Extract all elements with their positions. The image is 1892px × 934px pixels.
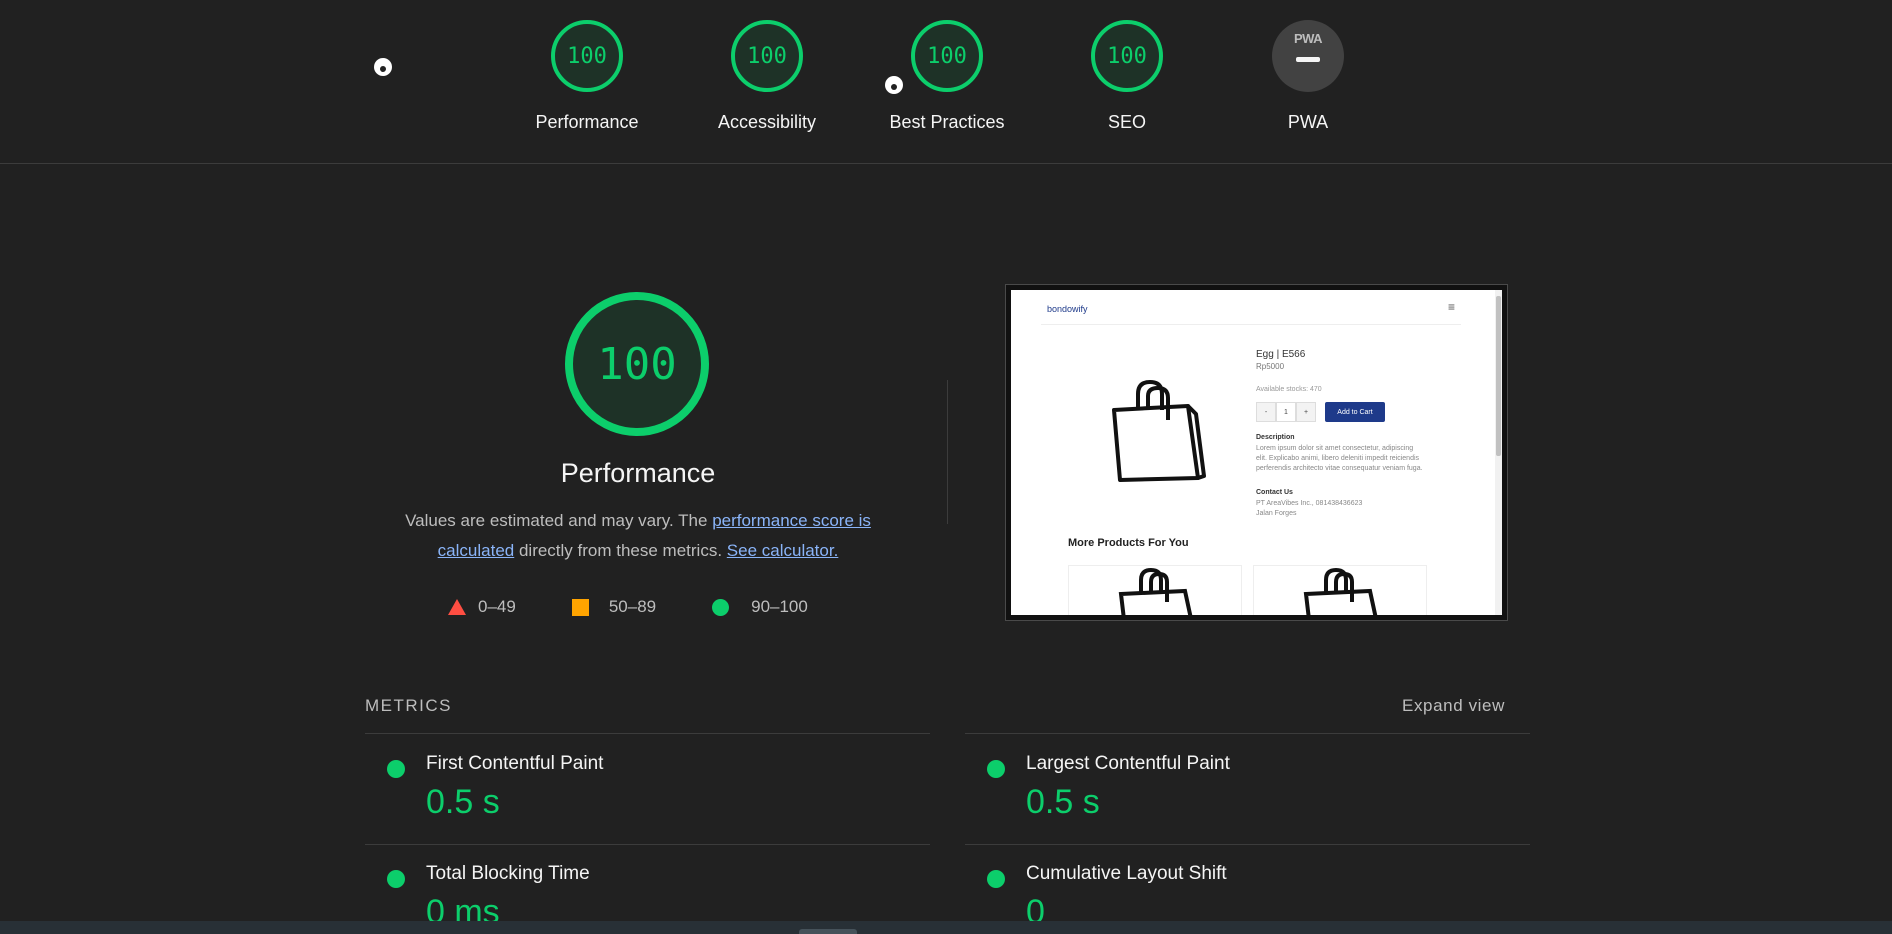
final-screenshot[interactable]: bondowify ≡ Egg | E566 Rp5000 Available … (1005, 284, 1508, 621)
gauge-score: 100 (1091, 20, 1163, 92)
pwa-badge-icon: PWA (1272, 20, 1344, 92)
expand-view-toggle[interactable]: Expand view (1402, 696, 1505, 716)
gauge-label: PWA (1287, 112, 1329, 132)
preview-product-title: Egg | E566 (1256, 349, 1306, 360)
metric-value: 0.5 s (426, 783, 500, 821)
metric-name: Cumulative Layout Shift (1026, 863, 1227, 884)
gauge-best-practices[interactable]: 100 Best Practices (857, 20, 1037, 133)
preview-qty-value: 1 (1276, 402, 1296, 422)
page-preview: bondowify ≡ Egg | E566 Rp5000 Available … (1011, 290, 1502, 615)
category-gauges-bar: 100 Performance 100 Accessibility 100 Be… (0, 0, 1892, 164)
cursor-icon (885, 76, 903, 94)
gauge-label: Performance (535, 112, 639, 132)
gauge-score: 100 (551, 20, 623, 92)
bottom-tab-handle[interactable] (799, 929, 857, 934)
gauge-performance[interactable]: 100 Performance (497, 20, 677, 133)
preview-divider (1041, 324, 1461, 325)
pass-circle-icon (387, 760, 405, 778)
legend-label: 90–100 (751, 597, 808, 616)
see-calculator-link[interactable]: See calculator. (727, 541, 839, 560)
metric-name: Total Blocking Time (426, 863, 590, 884)
preview-scroll-thumb (1496, 296, 1501, 456)
metrics-divider (365, 844, 930, 845)
legend-average: 50–89 (571, 597, 657, 617)
preview-qty-minus: - (1256, 402, 1276, 422)
cursor-icon (374, 58, 392, 76)
preview-brand: bondowify (1047, 304, 1088, 314)
preview-scrollbar (1495, 290, 1502, 615)
metrics-divider (965, 844, 1530, 845)
preview-more-products: More Products For You (1068, 537, 1189, 549)
gauge-pwa[interactable]: PWA PWA (1218, 20, 1398, 133)
gauge-accessibility[interactable]: 100 Accessibility (677, 20, 857, 133)
preview-desc-heading: Description (1256, 434, 1295, 441)
preview-add-to-cart: Add to Cart (1325, 402, 1385, 422)
preview-contact-line: PT AreaVibes Inc., 081438436623 (1256, 500, 1363, 507)
gauge-seo[interactable]: 100 SEO (1037, 20, 1217, 133)
gauge-score: 100 (731, 20, 803, 92)
shopping-bag-icon (1303, 568, 1378, 615)
vertical-divider (947, 380, 948, 524)
preview-price: Rp5000 (1256, 362, 1285, 371)
legend-label: 50–89 (608, 597, 657, 616)
gauge-score: 100 (911, 20, 983, 92)
metric-name: Largest Contentful Paint (1026, 753, 1230, 774)
circle-icon (712, 598, 730, 616)
metric-value: 0 (1026, 893, 1045, 921)
metric-value: 0.5 s (1026, 783, 1100, 821)
performance-score-gauge: 100 (565, 292, 709, 436)
pass-circle-icon (387, 870, 405, 888)
preview-contact-heading: Contact Us (1256, 489, 1293, 496)
preview-qty-plus: + (1296, 402, 1316, 422)
preview-desc-text: Lorem ipsum dolor sit amet consectetur, … (1256, 445, 1423, 472)
metric-value: 0 ms (426, 893, 500, 921)
preview-stock: Available stocks: 470 (1256, 386, 1322, 393)
pass-circle-icon (987, 870, 1005, 888)
gauge-label: Accessibility (717, 112, 817, 132)
legend-fail: 0–49 (448, 597, 516, 617)
preview-quantity-stepper: - 1 + (1256, 402, 1316, 422)
metrics-divider (965, 733, 1530, 734)
performance-title: Performance (560, 458, 716, 488)
metrics-heading: METRICS (365, 696, 452, 715)
gauge-label: Best Practices (889, 112, 1005, 132)
bottom-toolbar (0, 921, 1892, 934)
performance-description: Values are estimated and may vary. The p… (378, 506, 898, 566)
shopping-bag-icon (1118, 568, 1193, 615)
shopping-bag-icon (1112, 380, 1206, 482)
preview-contact-line: Jalan Forges (1256, 510, 1297, 517)
preview-product-card (1068, 565, 1242, 615)
pass-circle-icon (987, 760, 1005, 778)
legend-label: 0–49 (478, 597, 516, 616)
score-scale-legend: 0–49 50–89 90–100 (448, 594, 808, 620)
square-icon (571, 598, 589, 616)
metric-name: First Contentful Paint (426, 753, 604, 774)
description-text: Values are estimated and may vary. The (405, 511, 713, 530)
pwa-dash-icon (1296, 57, 1320, 62)
hamburger-menu-icon: ≡ (1448, 300, 1456, 314)
gauge-label: SEO (1107, 112, 1146, 132)
description-text: directly from these metrics. (514, 541, 727, 560)
triangle-icon (448, 599, 466, 615)
pwa-badge-text: PWA (1293, 31, 1323, 46)
metrics-divider (365, 733, 930, 734)
preview-product-card (1253, 565, 1427, 615)
metric-cumulative-layout-shift: Cumulative Layout Shift 0 (987, 863, 1487, 921)
metric-total-blocking-time: Total Blocking Time 0 ms (387, 863, 887, 921)
legend-pass: 90–100 (712, 597, 808, 617)
